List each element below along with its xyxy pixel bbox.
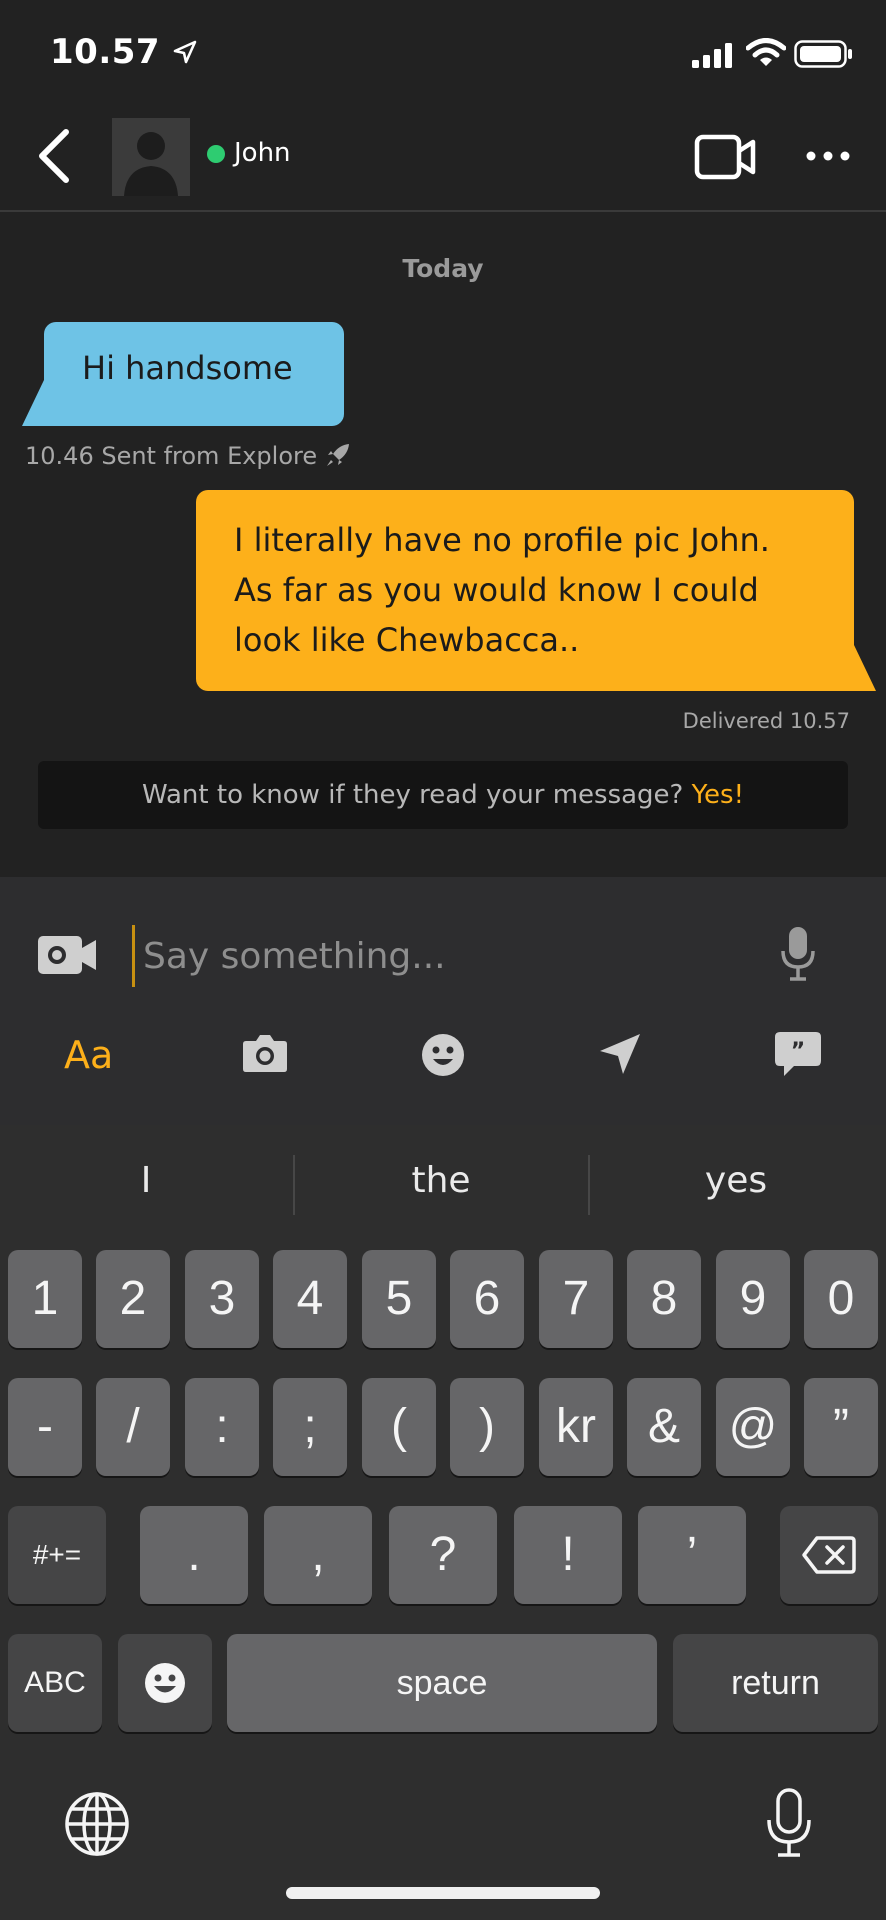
key-space[interactable]: space	[227, 1634, 657, 1732]
saved-phrases-icon[interactable]: ”	[774, 1031, 822, 1077]
signal-icon	[692, 43, 732, 68]
microphone-icon[interactable]	[780, 925, 816, 981]
key-1[interactable]: 1	[8, 1250, 82, 1348]
wifi-icon	[746, 38, 786, 66]
avatar[interactable]	[112, 118, 190, 196]
key-exclamation[interactable]: !	[514, 1506, 622, 1604]
key-0[interactable]: 0	[804, 1250, 878, 1348]
suggestion-2[interactable]: the	[295, 1160, 587, 1201]
read-receipt-banner[interactable]: Want to know if they read your message? …	[38, 761, 848, 829]
date-label: Today	[402, 254, 484, 283]
delivered-status: Delivered 10.57	[682, 709, 850, 733]
status-time-text: 10.57	[50, 32, 161, 72]
dictation-mic-icon[interactable]	[764, 1788, 814, 1858]
online-status-dot	[207, 145, 225, 163]
rocket-icon	[326, 444, 349, 466]
text-format-button[interactable]: Aa	[64, 1033, 113, 1077]
outgoing-line-3: look like Chewbacca..	[234, 621, 580, 659]
backspace-icon	[802, 1536, 856, 1574]
suggestion-1[interactable]: I	[0, 1160, 292, 1201]
key-5[interactable]: 5	[362, 1250, 436, 1348]
camera-icon[interactable]	[242, 1033, 288, 1073]
location-icon[interactable]	[598, 1032, 642, 1076]
key-3[interactable]: 3	[185, 1250, 259, 1348]
key-semicolon[interactable]: ;	[273, 1378, 347, 1476]
outgoing-line-2: As far as you would know I could	[234, 571, 759, 609]
key-symbols-toggle[interactable]: #+=	[8, 1506, 106, 1604]
location-arrow-icon	[174, 40, 197, 64]
outgoing-line-1: I literally have no profile pic John.	[234, 521, 770, 559]
key-slash[interactable]: /	[96, 1378, 170, 1476]
key-9[interactable]: 9	[716, 1250, 790, 1348]
key-emoji[interactable]	[118, 1634, 212, 1732]
person-silhouette-icon	[124, 132, 178, 196]
key-8[interactable]: 8	[627, 1250, 701, 1348]
key-7[interactable]: 7	[539, 1250, 613, 1348]
read-banner-text: Want to know if they read your message?	[141, 780, 684, 810]
key-comma[interactable]: ,	[264, 1506, 372, 1604]
battery-icon	[794, 40, 852, 68]
key-hyphen[interactable]: -	[8, 1378, 82, 1476]
key-apostrophe[interactable]: ’	[638, 1506, 746, 1604]
key-close-paren[interactable]: )	[450, 1378, 524, 1476]
key-period[interactable]: .	[140, 1506, 248, 1604]
key-return[interactable]: return	[673, 1634, 878, 1732]
outgoing-message-text: I literally have no profile pic John. As…	[234, 515, 834, 665]
incoming-message-meta: 10.46 Sent from Explore	[25, 442, 351, 470]
incoming-meta-text: 10.46 Sent from Explore	[25, 442, 318, 470]
compose-bar	[0, 877, 886, 1125]
key-colon[interactable]: :	[185, 1378, 259, 1476]
key-quote[interactable]: ”	[804, 1378, 878, 1476]
emoji-icon[interactable]	[421, 1033, 465, 1077]
key-open-paren[interactable]: (	[362, 1378, 436, 1476]
key-6[interactable]: 6	[450, 1250, 524, 1348]
back-chevron-icon[interactable]	[34, 128, 74, 184]
contact-name[interactable]: John	[234, 138, 291, 168]
home-indicator[interactable]	[286, 1887, 600, 1899]
key-4[interactable]: 4	[273, 1250, 347, 1348]
incoming-message-text: Hi handsome	[82, 349, 293, 387]
read-banner-cta[interactable]: Yes!	[692, 780, 744, 810]
status-time: 10.57	[50, 32, 198, 72]
more-options-icon[interactable]	[806, 150, 850, 162]
key-backspace[interactable]	[780, 1506, 878, 1604]
key-2[interactable]: 2	[96, 1250, 170, 1348]
emoji-key-icon	[145, 1663, 185, 1703]
message-input[interactable]	[132, 925, 765, 987]
key-currency[interactable]: kr	[539, 1378, 613, 1476]
video-call-icon[interactable]	[694, 134, 758, 180]
key-abc[interactable]: ABC	[8, 1634, 102, 1732]
key-ampersand[interactable]: &	[627, 1378, 701, 1476]
key-at[interactable]: @	[716, 1378, 790, 1476]
video-camera-icon[interactable]	[38, 934, 98, 976]
globe-icon[interactable]	[64, 1791, 130, 1857]
key-question[interactable]: ?	[389, 1506, 497, 1604]
suggestion-3[interactable]: yes	[590, 1160, 882, 1201]
svg-text:”: ”	[791, 1039, 805, 1064]
